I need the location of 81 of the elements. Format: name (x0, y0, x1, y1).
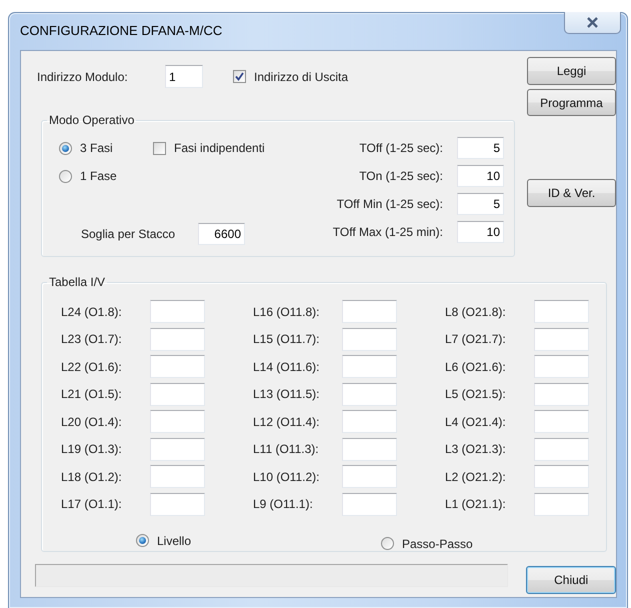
checkbox-label[interactable]: Fasi indipendenti (174, 141, 265, 155)
radio-label[interactable]: Livello (157, 534, 192, 548)
input-field[interactable] (534, 410, 589, 433)
input-field[interactable] (342, 492, 397, 516)
field-label: L2 (O21.2): (445, 470, 507, 484)
input-field[interactable]: 10 (457, 221, 504, 243)
input-field[interactable] (342, 382, 397, 406)
field-label: L22 (O1.6): (61, 360, 123, 374)
input-field[interactable]: 1 (165, 65, 203, 88)
radio-button[interactable] (59, 142, 72, 154)
window-title: CONFIGURAZIONE DFANA-M/CC (20, 23, 222, 38)
field-label: L18 (O1.2): (61, 470, 123, 484)
close-button[interactable] (564, 12, 621, 34)
field-label: L9 (O11.1): (253, 497, 314, 511)
field-label: L17 (O1.1): (61, 497, 123, 511)
input-field[interactable] (534, 300, 589, 323)
radio-label[interactable]: 1 Fase (80, 169, 117, 183)
field-label: TOff (1-25 sec): (358, 141, 443, 155)
field-label: L12 (O11.4): (253, 414, 320, 428)
checkbox-label[interactable]: Indirizzo di Uscita (254, 70, 348, 84)
field-label: L10 (O11.2): (253, 470, 320, 484)
input-field[interactable] (342, 438, 397, 460)
input-field[interactable] (534, 465, 589, 488)
field-label: L5 (O21.5): (445, 387, 507, 401)
button[interactable]: Leggi (527, 57, 616, 85)
field-label: L19 (O1.3): (61, 442, 123, 456)
radio-button[interactable] (59, 170, 72, 182)
field-label: TOn (1-25 sec): (358, 169, 443, 183)
radio-button[interactable] (136, 534, 149, 547)
field-label: Soglia per Stacco (81, 227, 176, 241)
input-field[interactable] (534, 492, 589, 516)
close-dialog-button[interactable]: Chiudi (526, 566, 616, 594)
field-label: L7 (O21.7): (445, 332, 507, 346)
field-label: L23 (O1.7): (61, 332, 123, 346)
group-title: Modo Operativo (48, 113, 136, 127)
field-label: L16 (O11.8): (253, 304, 320, 318)
input-field[interactable]: 10 (457, 165, 504, 187)
input-field[interactable]: 5 (457, 137, 504, 159)
field-label: L3 (O21.3): (445, 442, 507, 456)
input-field[interactable] (150, 328, 205, 350)
button[interactable]: ID & Ver. (527, 179, 616, 207)
input-field[interactable] (150, 355, 205, 378)
input-field[interactable] (342, 355, 397, 378)
field-label: TOff Min (1-25 sec): (336, 197, 443, 211)
field-label: L24 (O1.8): (61, 304, 123, 318)
field-label: L6 (O21.6): (445, 360, 507, 374)
group-title: Tabella I/V (48, 275, 106, 289)
field-label: L15 (O11.7): (253, 332, 320, 346)
input-field[interactable] (150, 410, 205, 433)
input-field[interactable] (534, 355, 589, 378)
input-field[interactable] (534, 438, 589, 460)
field-label: L20 (O1.4): (61, 414, 123, 428)
field-label: Indirizzo Modulo: (37, 70, 129, 84)
radio-button[interactable] (381, 537, 394, 550)
input-field[interactable]: 5 (457, 193, 504, 215)
input-field[interactable] (534, 382, 589, 406)
input-field[interactable] (342, 410, 397, 433)
checkbox[interactable] (153, 142, 166, 154)
field-label: L4 (O21.4): (445, 414, 507, 428)
field-label: TOff Max (1-25 min): (332, 225, 443, 239)
radio-label[interactable]: 3 Fasi (80, 141, 113, 155)
input-field[interactable] (150, 382, 205, 406)
field-label: L13 (O11.5): (253, 387, 320, 401)
field-label: L14 (O11.6): (253, 360, 320, 374)
input-field[interactable] (150, 300, 205, 323)
radio-label[interactable]: Passo-Passo (402, 536, 473, 550)
close-icon (586, 17, 599, 28)
input-field[interactable] (342, 328, 397, 350)
input-field[interactable] (150, 465, 205, 488)
field-label: L1 (O21.1): (445, 497, 507, 511)
button[interactable]: Programma (527, 89, 616, 116)
field-label: L8 (O21.8): (445, 304, 507, 318)
field-label: L11 (O11.3): (253, 442, 320, 456)
checkbox[interactable] (233, 70, 246, 83)
input-field[interactable] (342, 300, 397, 323)
input-field[interactable] (150, 492, 205, 516)
input-field[interactable] (534, 328, 589, 350)
input-field[interactable]: 6600 (198, 223, 245, 245)
input-field[interactable] (342, 465, 397, 488)
input-field[interactable] (150, 438, 205, 460)
field-label: L21 (O1.5): (61, 387, 123, 401)
